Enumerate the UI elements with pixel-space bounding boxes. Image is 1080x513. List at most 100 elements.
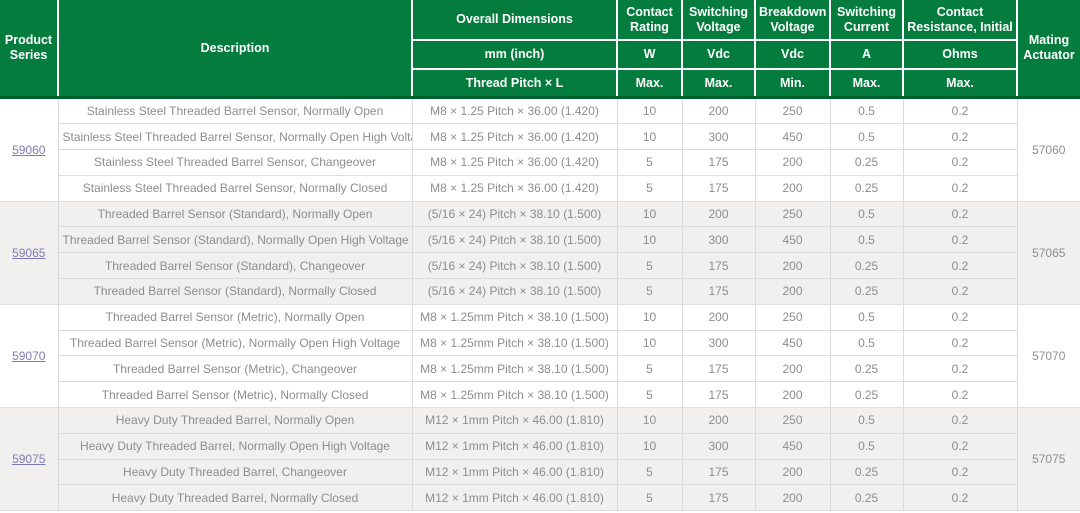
col-header-contact-rating: Contact Rating: [617, 0, 682, 40]
table-row: Heavy Duty Threaded Barrel, Normally Ope…: [0, 433, 1080, 459]
col-header-overall-dimensions: Overall Dimensions: [412, 0, 617, 40]
contact-resistance-cell: 0.2: [903, 124, 1017, 150]
breakdown-voltage-cell: 250: [755, 304, 830, 330]
unit-switching-voltage: Vdc: [682, 40, 755, 69]
contact-rating-cell: 10: [617, 227, 682, 253]
dimensions-cell: M8 × 1.25 Pitch × 36.00 (1.420): [412, 175, 617, 201]
description-cell: Threaded Barrel Sensor (Metric), Normall…: [58, 304, 412, 330]
table-row: 59070Threaded Barrel Sensor (Metric), No…: [0, 304, 1080, 330]
breakdown-voltage-cell: 250: [755, 201, 830, 227]
table-row: Stainless Steel Threaded Barrel Sensor, …: [0, 124, 1080, 150]
description-cell: Heavy Duty Threaded Barrel, Normally Ope…: [58, 408, 412, 434]
contact-resistance-cell: 0.2: [903, 227, 1017, 253]
switching-voltage-cell: 175: [682, 175, 755, 201]
switching-current-cell: 0.5: [830, 227, 903, 253]
contact-rating-cell: 5: [617, 175, 682, 201]
col-header-switching-voltage: Switching Voltage: [682, 0, 755, 40]
dimensions-cell: M12 × 1mm Pitch × 46.00 (1.810): [412, 485, 617, 511]
contact-resistance-cell: 0.2: [903, 485, 1017, 511]
mating-actuator-cell: 57070: [1017, 304, 1080, 407]
description-cell: Threaded Barrel Sensor (Standard), Chang…: [58, 253, 412, 279]
table-row: Threaded Barrel Sensor (Metric), Normall…: [0, 330, 1080, 356]
contact-rating-cell: 10: [617, 124, 682, 150]
table-row: Threaded Barrel Sensor (Metric), Normall…: [0, 382, 1080, 408]
table-row: Heavy Duty Threaded Barrel, Normally Clo…: [0, 485, 1080, 511]
dimensions-cell: M8 × 1.25 Pitch × 36.00 (1.420): [412, 97, 617, 124]
contact-resistance-cell: 0.2: [903, 279, 1017, 305]
header-row-labels: Product Series Description Overall Dimen…: [0, 0, 1080, 40]
limit-contact-rating: Max.: [617, 69, 682, 97]
unit-contact-resistance: Ohms: [903, 40, 1017, 69]
product-series-link[interactable]: 59065: [12, 246, 45, 260]
contact-resistance-cell: 0.2: [903, 330, 1017, 356]
contact-resistance-cell: 0.2: [903, 253, 1017, 279]
breakdown-voltage-cell: 200: [755, 382, 830, 408]
switching-voltage-cell: 200: [682, 304, 755, 330]
unit-switching-current: A: [830, 40, 903, 69]
dimensions-cell: (5/16 × 24) Pitch × 38.10 (1.500): [412, 201, 617, 227]
switching-voltage-cell: 175: [682, 459, 755, 485]
switching-current-cell: 0.25: [830, 253, 903, 279]
contact-resistance-cell: 0.2: [903, 382, 1017, 408]
description-cell: Threaded Barrel Sensor (Metric), Normall…: [58, 382, 412, 408]
dimensions-cell: (5/16 × 24) Pitch × 38.10 (1.500): [412, 253, 617, 279]
product-series-link[interactable]: 59070: [12, 349, 45, 363]
switching-voltage-cell: 175: [682, 382, 755, 408]
product-spec-table: Product Series Description Overall Dimen…: [0, 0, 1080, 511]
breakdown-voltage-cell: 200: [755, 175, 830, 201]
description-cell: Threaded Barrel Sensor (Standard), Norma…: [58, 201, 412, 227]
contact-resistance-cell: 0.2: [903, 408, 1017, 434]
limit-contact-resistance: Max.: [903, 69, 1017, 97]
dimensions-cell: M8 × 1.25mm Pitch × 38.10 (1.500): [412, 382, 617, 408]
breakdown-voltage-cell: 450: [755, 124, 830, 150]
product-series-cell: 59070: [0, 304, 58, 407]
unit-contact-rating: W: [617, 40, 682, 69]
description-cell: Stainless Steel Threaded Barrel Sensor, …: [58, 97, 412, 124]
switching-current-cell: 0.25: [830, 150, 903, 176]
table-row: Stainless Steel Threaded Barrel Sensor, …: [0, 175, 1080, 201]
product-series-cell: 59060: [0, 97, 58, 201]
limit-breakdown-voltage: Min.: [755, 69, 830, 97]
switching-current-cell: 0.5: [830, 408, 903, 434]
contact-resistance-cell: 0.2: [903, 175, 1017, 201]
product-series-link[interactable]: 59075: [12, 452, 45, 466]
col-header-mating-actuator: Mating Actuator: [1017, 0, 1080, 97]
breakdown-voltage-cell: 200: [755, 150, 830, 176]
switching-voltage-cell: 200: [682, 408, 755, 434]
limit-dimensions: Thread Pitch × L: [412, 69, 617, 97]
table-row: 59065Threaded Barrel Sensor (Standard), …: [0, 201, 1080, 227]
description-cell: Heavy Duty Threaded Barrel, Normally Clo…: [58, 485, 412, 511]
breakdown-voltage-cell: 450: [755, 433, 830, 459]
switching-current-cell: 0.5: [830, 97, 903, 124]
description-cell: Stainless Steel Threaded Barrel Sensor, …: [58, 175, 412, 201]
breakdown-voltage-cell: 200: [755, 253, 830, 279]
table-row: Threaded Barrel Sensor (Standard), Norma…: [0, 227, 1080, 253]
description-cell: Stainless Steel Threaded Barrel Sensor, …: [58, 124, 412, 150]
dimensions-cell: M8 × 1.25mm Pitch × 38.10 (1.500): [412, 304, 617, 330]
dimensions-cell: (5/16 × 24) Pitch × 38.10 (1.500): [412, 227, 617, 253]
contact-rating-cell: 10: [617, 330, 682, 356]
switching-voltage-cell: 200: [682, 97, 755, 124]
switching-current-cell: 0.5: [830, 124, 903, 150]
table-row: Heavy Duty Threaded Barrel, ChangeoverM1…: [0, 459, 1080, 485]
switching-voltage-cell: 300: [682, 433, 755, 459]
switching-voltage-cell: 300: [682, 227, 755, 253]
switching-current-cell: 0.25: [830, 279, 903, 305]
table-row: Threaded Barrel Sensor (Metric), Changeo…: [0, 356, 1080, 382]
breakdown-voltage-cell: 200: [755, 485, 830, 511]
table-body: 59060 Stainless Steel Threaded Barrel Sen…: [0, 97, 1080, 511]
contact-resistance-cell: 0.2: [903, 459, 1017, 485]
contact-resistance-cell: 0.2: [903, 150, 1017, 176]
switching-voltage-cell: 300: [682, 330, 755, 356]
switching-current-cell: 0.25: [830, 485, 903, 511]
product-series-cell: 59065: [0, 201, 58, 304]
description-cell: Heavy Duty Threaded Barrel, Normally Ope…: [58, 433, 412, 459]
product-series-link[interactable]: 59060: [12, 143, 45, 157]
contact-rating-cell: 5: [617, 459, 682, 485]
switching-current-cell: 0.25: [830, 459, 903, 485]
contact-resistance-cell: 0.2: [903, 201, 1017, 227]
unit-dimensions: mm (inch): [412, 40, 617, 69]
limit-switching-current: Max.: [830, 69, 903, 97]
dimensions-cell: (5/16 × 24) Pitch × 38.10 (1.500): [412, 279, 617, 305]
table-row: 59060Stainless Steel Threaded Barrel Sen…: [0, 97, 1080, 124]
